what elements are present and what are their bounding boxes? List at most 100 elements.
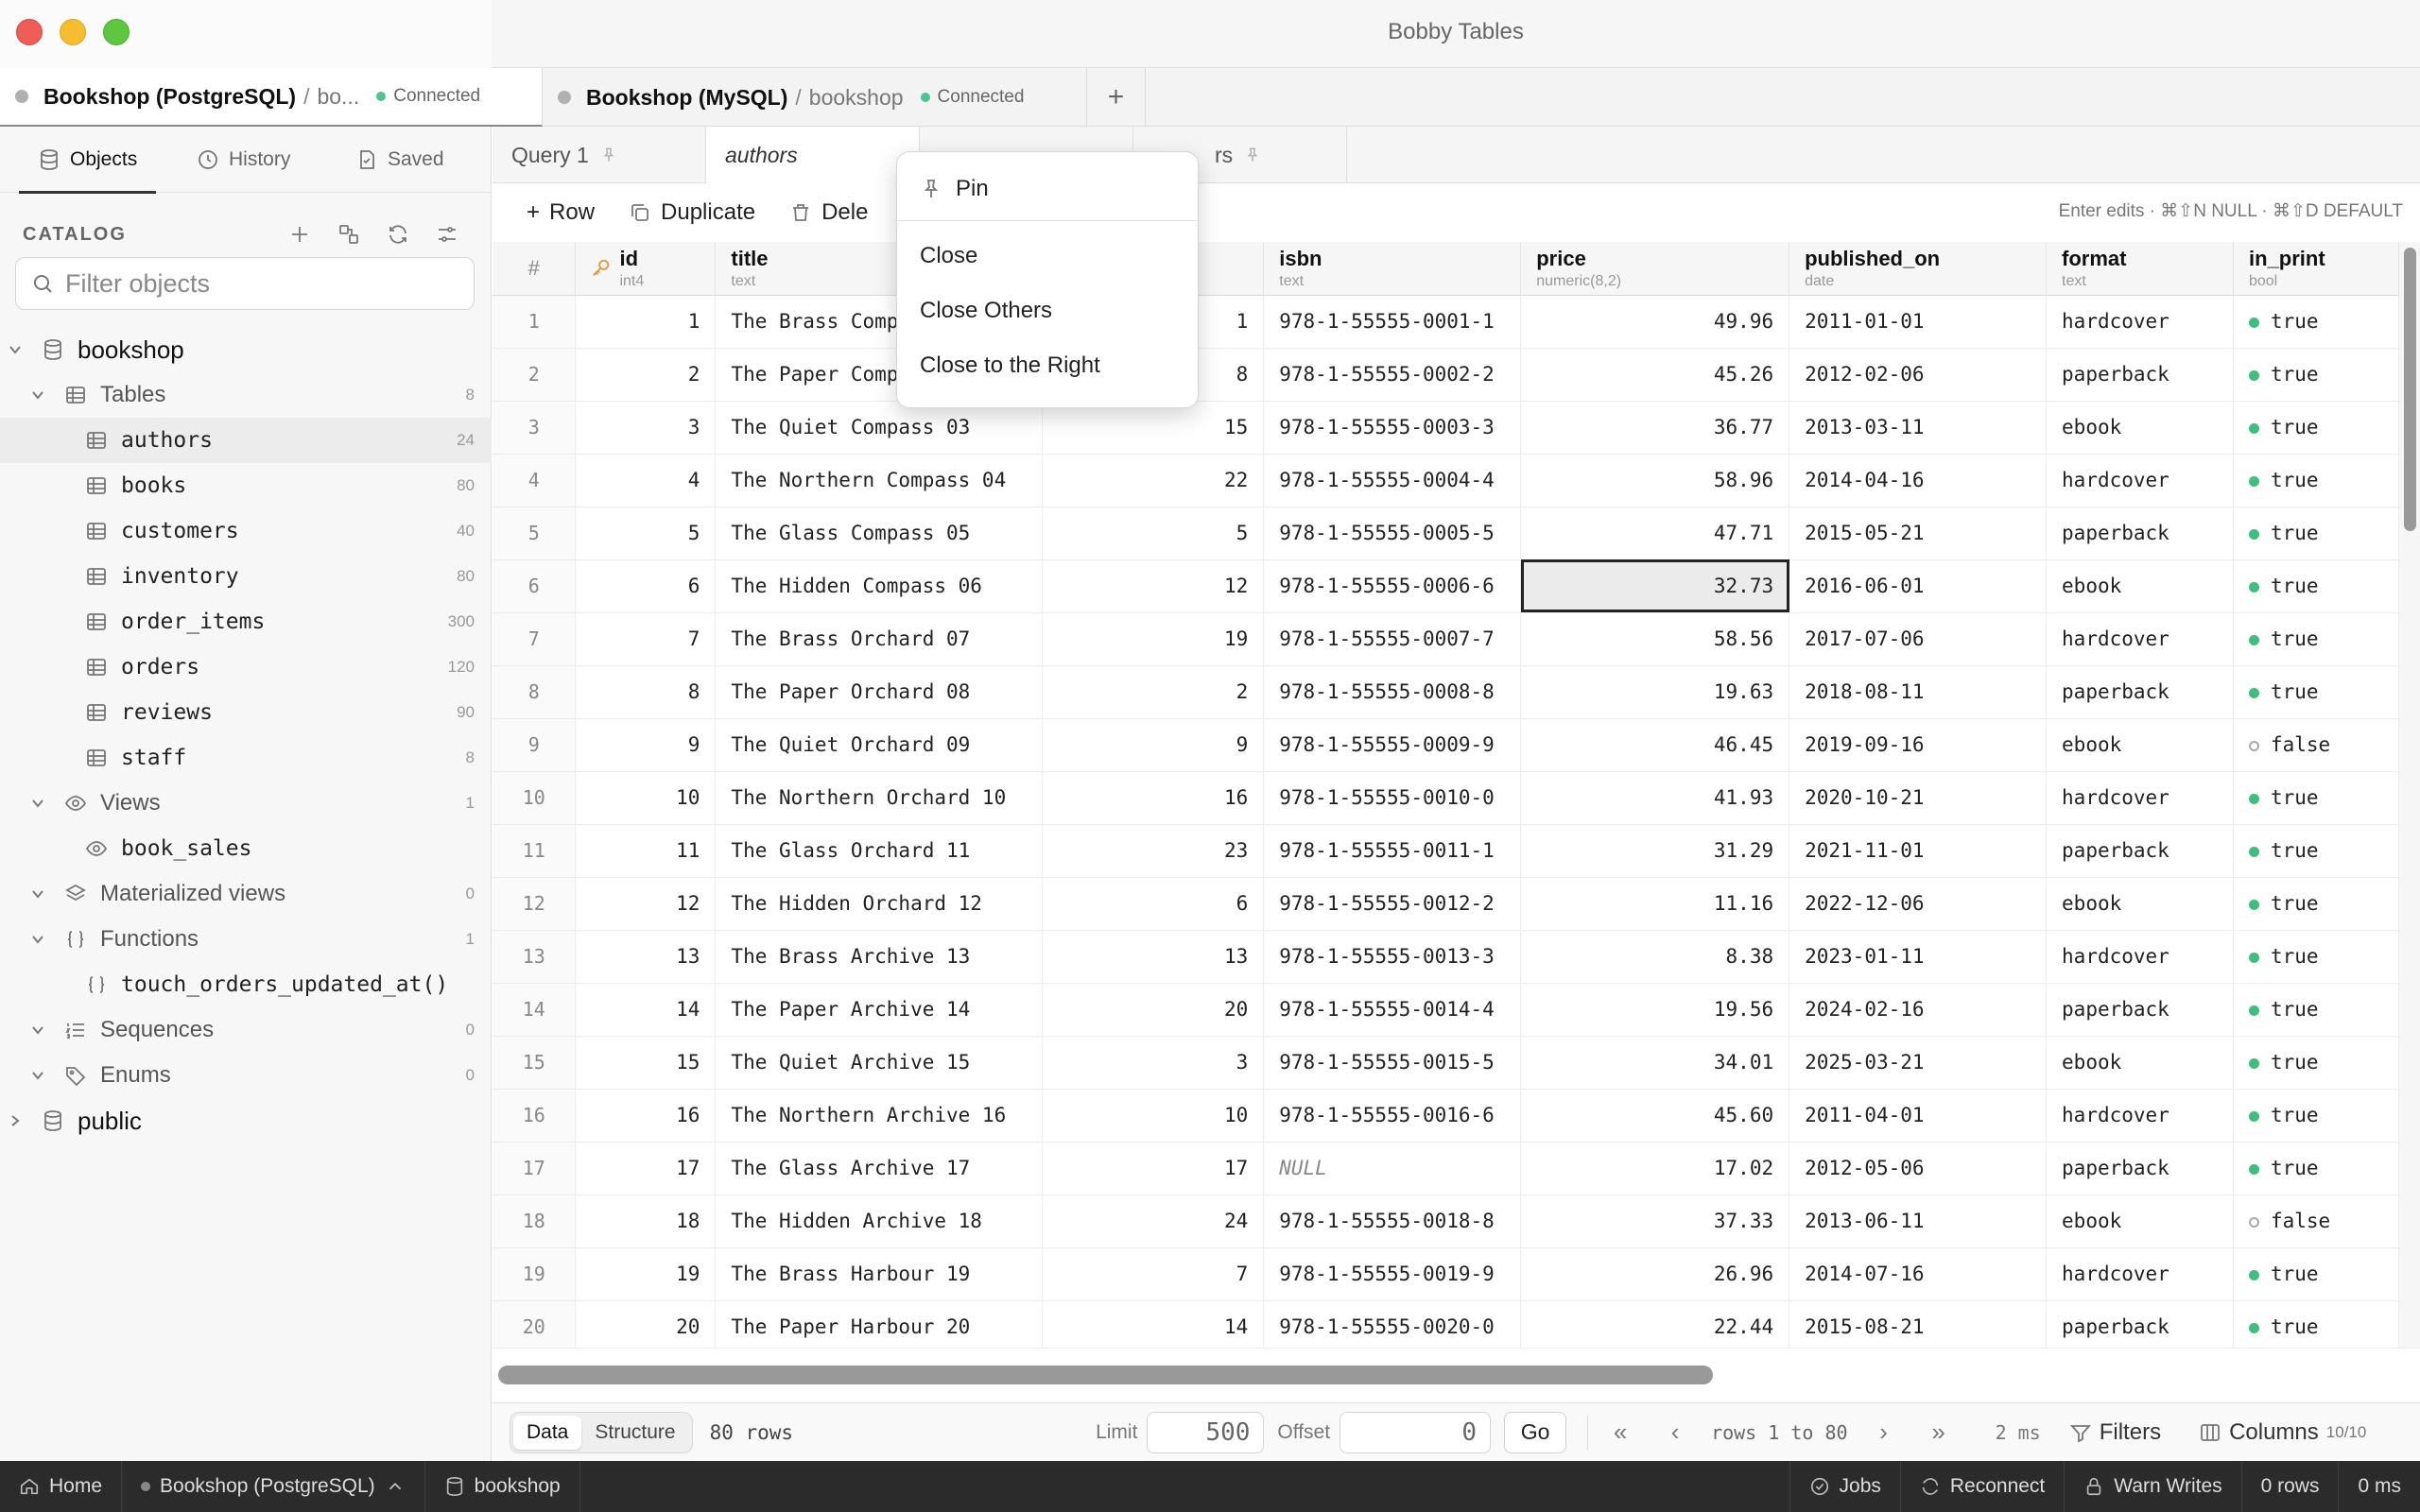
cell-isbn[interactable]: 978-1-55555-0010-0 [1263, 771, 1522, 825]
cell-isbn[interactable]: 978-1-55555-0016-6 [1263, 1089, 1522, 1143]
add-row-button[interactable]: + Row [527, 199, 595, 226]
table-row[interactable]: 8 8 The Paper Orchard 08 2 978-1-55555-0008-… [493, 665, 2399, 719]
warn-writes-toggle[interactable]: Warn Writes [2064, 1461, 2240, 1512]
cell-id[interactable]: 17 [575, 1142, 717, 1195]
cell-format[interactable]: hardcover [2046, 612, 2234, 666]
cell-id[interactable]: 16 [575, 1089, 717, 1143]
cell-published_on[interactable]: 2024-02-16 [1789, 983, 2048, 1037]
cell-hidden[interactable]: 6 [1042, 877, 1265, 931]
table-row[interactable]: 18 18 The Hidden Archive 18 24 978-1-55555-0… [493, 1194, 2399, 1248]
cell-isbn[interactable]: 978-1-55555-0011-1 [1263, 824, 1522, 878]
cell-in_print[interactable]: true [2233, 559, 2399, 613]
cell-hidden[interactable]: 19 [1042, 612, 1265, 666]
cell-price[interactable]: 22.44 [1520, 1300, 1790, 1348]
schema-diagram-button[interactable] [324, 215, 373, 253]
duplicate-row-button[interactable]: Duplicate [629, 199, 755, 226]
filter-objects-input[interactable] [65, 268, 462, 299]
cell-in_print[interactable]: true [2233, 771, 2399, 825]
cell-hidden[interactable]: 22 [1042, 454, 1265, 507]
cell-title[interactable]: The Paper Archive 14 [715, 983, 1044, 1037]
cell-price[interactable]: 31.29 [1520, 824, 1790, 878]
cell-format[interactable]: hardcover [2046, 1247, 2234, 1301]
cell-in_print[interactable]: true [2233, 930, 2399, 984]
cell-isbn[interactable]: 978-1-55555-0012-2 [1263, 877, 1522, 931]
query-tab-authors[interactable]: authors [706, 127, 920, 183]
filters-button[interactable]: Filters [2069, 1419, 2161, 1446]
go-button[interactable]: Go [1504, 1411, 1567, 1453]
cell-price[interactable]: 45.26 [1520, 348, 1790, 402]
cell-isbn[interactable]: 978-1-55555-0019-9 [1263, 1247, 1522, 1301]
cell-format[interactable]: paperback [2046, 1300, 2234, 1348]
table-row[interactable]: 9 9 The Quiet Orchard 09 9 978-1-55555-0009-… [493, 718, 2399, 772]
cell-format[interactable]: hardcover [2046, 1089, 2234, 1143]
refresh-button[interactable] [373, 215, 423, 253]
cell-id[interactable]: 4 [575, 454, 717, 507]
reconnect-button[interactable]: Reconnect [1899, 1461, 2064, 1512]
table-row[interactable]: 20 20 The Paper Harbour 20 14 978-1-55555-00… [493, 1300, 2399, 1348]
cell-published_on[interactable]: 2023-01-11 [1789, 930, 2048, 984]
add-object-button[interactable] [275, 215, 324, 253]
cell-title[interactable]: The Glass Compass 05 [715, 507, 1044, 560]
horizontal-scroll-thumb[interactable] [498, 1366, 1713, 1384]
cell-in_print[interactable]: true [2233, 295, 2399, 349]
connection-tab-mysql[interactable]: Bookshop (MySQL) / bookshop Connected [543, 68, 1087, 127]
cell-isbn[interactable]: 978-1-55555-0020-0 [1263, 1300, 1522, 1348]
tree-item-functions[interactable]: Functions 1 [0, 917, 492, 962]
cell-price[interactable]: 58.96 [1520, 454, 1790, 507]
cell-isbn[interactable]: 978-1-55555-0008-8 [1263, 665, 1522, 719]
chevron-down-icon[interactable] [28, 930, 47, 949]
cell-isbn[interactable]: 978-1-55555-0005-5 [1263, 507, 1522, 560]
cell-price[interactable]: 19.63 [1520, 665, 1790, 719]
cell-hidden[interactable]: 14 [1042, 1300, 1265, 1348]
structure-view-tab[interactable]: Structure [581, 1416, 688, 1450]
offset-input[interactable] [1340, 1411, 1492, 1453]
table-row[interactable]: 4 4 The Northern Compass 04 22 978-1-55555-0… [493, 454, 2399, 507]
table-row[interactable]: 12 12 The Hidden Orchard 12 6 978-1-55555-00… [493, 877, 2399, 931]
cell-hidden[interactable]: 9 [1042, 718, 1265, 772]
cell-published_on[interactable]: 2018-08-11 [1789, 665, 2048, 719]
cell-isbn[interactable]: 978-1-55555-0003-3 [1263, 401, 1522, 455]
catalog-settings-button[interactable] [423, 215, 472, 253]
tree-item-touch-orders-updated-at[interactable]: touch_orders_updated_at() [0, 962, 492, 1007]
cell-hidden[interactable]: 2 [1042, 665, 1265, 719]
table-row[interactable]: 5 5 The Glass Compass 05 5 978-1-55555-0005-… [493, 507, 2399, 560]
tree-item-customers[interactable]: customers 40 [0, 508, 492, 554]
cell-published_on[interactable]: 2014-04-16 [1789, 454, 2048, 507]
cell-id[interactable]: 2 [575, 348, 717, 402]
table-row[interactable]: 19 19 The Brass Harbour 19 7 978-1-55555-001… [493, 1247, 2399, 1301]
cell-format[interactable]: ebook [2046, 401, 2234, 455]
table-row[interactable]: 15 15 The Quiet Archive 15 3 978-1-55555-001… [493, 1036, 2399, 1090]
column-header-id[interactable]: id int4 [575, 242, 717, 296]
cell-price[interactable]: 8.38 [1520, 930, 1790, 984]
cell-published_on[interactable]: 2011-04-01 [1789, 1089, 2048, 1143]
cell-price[interactable]: 26.96 [1520, 1247, 1790, 1301]
cell-title[interactable]: The Brass Archive 13 [715, 930, 1044, 984]
cell-format[interactable]: paperback [2046, 983, 2234, 1037]
table-row[interactable]: 16 16 The Northern Archive 16 10 978-1-55555… [493, 1089, 2399, 1143]
cell-price[interactable]: 34.01 [1520, 1036, 1790, 1090]
cell-title[interactable]: The Hidden Orchard 12 [715, 877, 1044, 931]
connection-tab-postgresql[interactable]: Bookshop (PostgreSQL) / bo... Connected [0, 68, 543, 127]
cell-in_print[interactable]: true [2233, 1036, 2399, 1090]
column-header-in_print[interactable]: in_print bool [2233, 242, 2399, 296]
tree-item-orders[interactable]: orders 120 [0, 644, 492, 690]
cell-in_print[interactable]: false [2233, 1194, 2399, 1248]
cell-published_on[interactable]: 2014-07-16 [1789, 1247, 2048, 1301]
cell-format[interactable]: ebook [2046, 718, 2234, 772]
cell-hidden[interactable]: 12 [1042, 559, 1265, 613]
cell-in_print[interactable]: true [2233, 1247, 2399, 1301]
cell-format[interactable]: paperback [2046, 824, 2234, 878]
cell-published_on[interactable]: 2021-11-01 [1789, 824, 2048, 878]
query-tab-query-1[interactable]: Query 1 [493, 127, 706, 183]
table-row[interactable]: 3 3 The Quiet Compass 03 15 978-1-55555-0003… [493, 401, 2399, 455]
cell-in_print[interactable]: true [2233, 507, 2399, 560]
tree-item-materialized-views[interactable]: Materialized views 0 [0, 871, 492, 917]
cell-in_print[interactable]: true [2233, 401, 2399, 455]
table-row[interactable]: 11 11 The Glass Orchard 11 23 978-1-55555-00… [493, 824, 2399, 878]
cell-in_print[interactable]: true [2233, 1089, 2399, 1143]
cell-id[interactable]: 11 [575, 824, 717, 878]
cell-id[interactable]: 10 [575, 771, 717, 825]
cell-in_print[interactable]: true [2233, 824, 2399, 878]
zoom-window-button[interactable] [103, 19, 130, 45]
cell-price[interactable]: 32.73 [1520, 559, 1790, 613]
